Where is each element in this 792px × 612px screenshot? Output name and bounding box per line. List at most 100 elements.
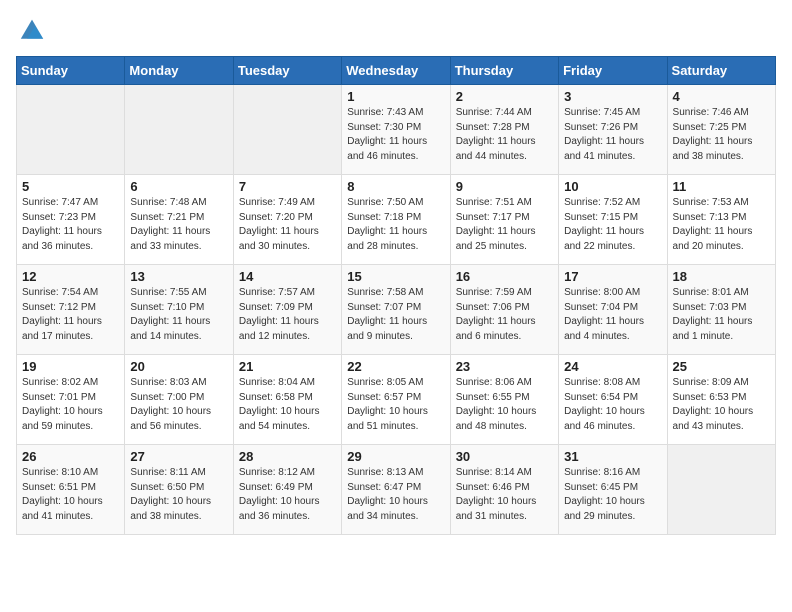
calendar-cell: 18Sunrise: 8:01 AM Sunset: 7:03 PM Dayli…: [667, 265, 775, 355]
calendar-cell: 29Sunrise: 8:13 AM Sunset: 6:47 PM Dayli…: [342, 445, 450, 535]
day-number: 22: [347, 359, 444, 374]
day-number: 19: [22, 359, 119, 374]
calendar-cell: 2 Sunrise: 7:44 AM Sunset: 7:28 PM Daylig…: [450, 85, 558, 175]
day-number: 7: [239, 179, 336, 194]
calendar-week-3: 12 Sunrise: 7:54 AM Sunset: 7:12 PM Dayli…: [17, 265, 776, 355]
calendar-week-5: 26 Sunrise: 8:10 AM Sunset: 6:51 PM Dayli…: [17, 445, 776, 535]
day-info: Sunrise: 7:54 AM Sunset: 7:12 PM Dayligh…: [22, 286, 119, 344]
calendar-cell: 15 Sunrise: 7:58 AM Sunset: 7:07 PM Dayli…: [342, 265, 450, 355]
day-number: 20: [130, 359, 227, 374]
day-info: Sunrise: 7:53 AM Sunset: 7:13 PM Dayligh…: [673, 196, 770, 254]
day-number: 6: [130, 179, 227, 194]
day-info: Sunrise: 8:11 AM Sunset: 6:50 PM Dayligh…: [130, 466, 227, 524]
calendar-cell: 17 Sunrise: 8:00 AM Sunset: 7:04 PM Dayli…: [559, 265, 667, 355]
day-info: Sunrise: 7:58 AM Sunset: 7:07 PM Dayligh…: [347, 286, 444, 344]
day-number: 16: [456, 269, 553, 284]
calendar-header-wednesday: Wednesday: [342, 57, 450, 85]
day-info: Sunrise: 8:02 AM Sunset: 7:01 PM Dayligh…: [22, 376, 119, 434]
day-number: 11: [673, 179, 770, 194]
day-info: Sunrise: 7:55 AM Sunset: 7:10 PM Dayligh…: [130, 286, 227, 344]
day-number: 10: [564, 179, 661, 194]
day-number: 1: [347, 89, 444, 104]
calendar-cell: 8 Sunrise: 7:50 AM Sunset: 7:18 PM Daylig…: [342, 175, 450, 265]
calendar-cell: 13Sunrise: 7:55 AM Sunset: 7:10 PM Dayli…: [125, 265, 233, 355]
day-info: Sunrise: 8:10 AM Sunset: 6:51 PM Dayligh…: [22, 466, 119, 524]
calendar-cell: 25Sunrise: 8:09 AM Sunset: 6:53 PM Dayli…: [667, 355, 775, 445]
calendar-cell: 5 Sunrise: 7:47 AM Sunset: 7:23 PM Daylig…: [17, 175, 125, 265]
day-info: Sunrise: 8:06 AM Sunset: 6:55 PM Dayligh…: [456, 376, 553, 434]
calendar-cell: 3 Sunrise: 7:45 AM Sunset: 7:26 PM Daylig…: [559, 85, 667, 175]
day-info: Sunrise: 7:46 AM Sunset: 7:25 PM Dayligh…: [673, 106, 770, 164]
day-info: Sunrise: 8:04 AM Sunset: 6:58 PM Dayligh…: [239, 376, 336, 434]
day-number: 8: [347, 179, 444, 194]
day-info: Sunrise: 7:57 AM Sunset: 7:09 PM Dayligh…: [239, 286, 336, 344]
day-info: Sunrise: 7:49 AM Sunset: 7:20 PM Dayligh…: [239, 196, 336, 254]
calendar-cell: [17, 85, 125, 175]
day-info: Sunrise: 7:50 AM Sunset: 7:18 PM Dayligh…: [347, 196, 444, 254]
day-number: 17: [564, 269, 661, 284]
calendar-week-2: 5 Sunrise: 7:47 AM Sunset: 7:23 PM Daylig…: [17, 175, 776, 265]
calendar-cell: 1 Sunrise: 7:43 AM Sunset: 7:30 PM Daylig…: [342, 85, 450, 175]
calendar-header-sunday: Sunday: [17, 57, 125, 85]
day-info: Sunrise: 7:47 AM Sunset: 7:23 PM Dayligh…: [22, 196, 119, 254]
logo-icon: [16, 16, 48, 44]
calendar-header-saturday: Saturday: [667, 57, 775, 85]
calendar-cell: 21 Sunrise: 8:04 AM Sunset: 6:58 PM Dayli…: [233, 355, 341, 445]
calendar-cell: 24 Sunrise: 8:08 AM Sunset: 6:54 PM Dayli…: [559, 355, 667, 445]
calendar-header-friday: Friday: [559, 57, 667, 85]
calendar-cell: 19 Sunrise: 8:02 AM Sunset: 7:01 PM Dayli…: [17, 355, 125, 445]
day-info: Sunrise: 8:00 AM Sunset: 7:04 PM Dayligh…: [564, 286, 661, 344]
calendar-cell: 28Sunrise: 8:12 AM Sunset: 6:49 PM Dayli…: [233, 445, 341, 535]
day-info: Sunrise: 7:52 AM Sunset: 7:15 PM Dayligh…: [564, 196, 661, 254]
day-number: 23: [456, 359, 553, 374]
day-number: 27: [130, 449, 227, 464]
day-info: Sunrise: 8:03 AM Sunset: 7:00 PM Dayligh…: [130, 376, 227, 434]
day-info: Sunrise: 7:44 AM Sunset: 7:28 PM Dayligh…: [456, 106, 553, 164]
calendar-cell: 23 Sunrise: 8:06 AM Sunset: 6:55 PM Dayli…: [450, 355, 558, 445]
day-info: Sunrise: 7:43 AM Sunset: 7:30 PM Dayligh…: [347, 106, 444, 164]
day-info: Sunrise: 8:05 AM Sunset: 6:57 PM Dayligh…: [347, 376, 444, 434]
day-number: 5: [22, 179, 119, 194]
calendar-cell: 10 Sunrise: 7:52 AM Sunset: 7:15 PM Dayli…: [559, 175, 667, 265]
calendar-cell: 27 Sunrise: 8:11 AM Sunset: 6:50 PM Dayli…: [125, 445, 233, 535]
day-info: Sunrise: 8:08 AM Sunset: 6:54 PM Dayligh…: [564, 376, 661, 434]
calendar-cell: 12 Sunrise: 7:54 AM Sunset: 7:12 PM Dayli…: [17, 265, 125, 355]
calendar-cell: 9 Sunrise: 7:51 AM Sunset: 7:17 PM Daylig…: [450, 175, 558, 265]
day-info: Sunrise: 8:16 AM Sunset: 6:45 PM Dayligh…: [564, 466, 661, 524]
calendar-cell: [125, 85, 233, 175]
day-number: 26: [22, 449, 119, 464]
calendar-cell: 20 Sunrise: 8:03 AM Sunset: 7:00 PM Dayli…: [125, 355, 233, 445]
day-number: 3: [564, 89, 661, 104]
calendar-header-monday: Monday: [125, 57, 233, 85]
day-number: 24: [564, 359, 661, 374]
day-info: Sunrise: 7:48 AM Sunset: 7:21 PM Dayligh…: [130, 196, 227, 254]
page-header: [16, 16, 776, 44]
day-number: 21: [239, 359, 336, 374]
day-number: 12: [22, 269, 119, 284]
day-number: 25: [673, 359, 770, 374]
calendar-week-1: 1 Sunrise: 7:43 AM Sunset: 7:30 PM Daylig…: [17, 85, 776, 175]
calendar-header-thursday: Thursday: [450, 57, 558, 85]
day-number: 31: [564, 449, 661, 464]
calendar-cell: 31 Sunrise: 8:16 AM Sunset: 6:45 PM Dayli…: [559, 445, 667, 535]
day-info: Sunrise: 7:51 AM Sunset: 7:17 PM Dayligh…: [456, 196, 553, 254]
calendar-header-row: SundayMondayTuesdayWednesdayThursdayFrid…: [17, 57, 776, 85]
calendar-cell: [233, 85, 341, 175]
day-info: Sunrise: 7:45 AM Sunset: 7:26 PM Dayligh…: [564, 106, 661, 164]
day-number: 4: [673, 89, 770, 104]
day-number: 2: [456, 89, 553, 104]
calendar-cell: 16Sunrise: 7:59 AM Sunset: 7:06 PM Dayli…: [450, 265, 558, 355]
calendar-cell: 4 Sunrise: 7:46 AM Sunset: 7:25 PM Daylig…: [667, 85, 775, 175]
calendar-cell: [667, 445, 775, 535]
day-number: 9: [456, 179, 553, 194]
calendar-cell: 11 Sunrise: 7:53 AM Sunset: 7:13 PM Dayli…: [667, 175, 775, 265]
calendar-cell: 22 Sunrise: 8:05 AM Sunset: 6:57 PM Dayli…: [342, 355, 450, 445]
calendar-cell: 6 Sunrise: 7:48 AM Sunset: 7:21 PM Daylig…: [125, 175, 233, 265]
day-info: Sunrise: 8:01 AM Sunset: 7:03 PM Dayligh…: [673, 286, 770, 344]
calendar-table: SundayMondayTuesdayWednesdayThursdayFrid…: [16, 56, 776, 535]
day-number: 14: [239, 269, 336, 284]
calendar-cell: 30Sunrise: 8:14 AM Sunset: 6:46 PM Dayli…: [450, 445, 558, 535]
day-number: 15: [347, 269, 444, 284]
calendar-week-4: 19 Sunrise: 8:02 AM Sunset: 7:01 PM Dayli…: [17, 355, 776, 445]
day-info: Sunrise: 8:12 AM Sunset: 6:49 PM Dayligh…: [239, 466, 336, 524]
